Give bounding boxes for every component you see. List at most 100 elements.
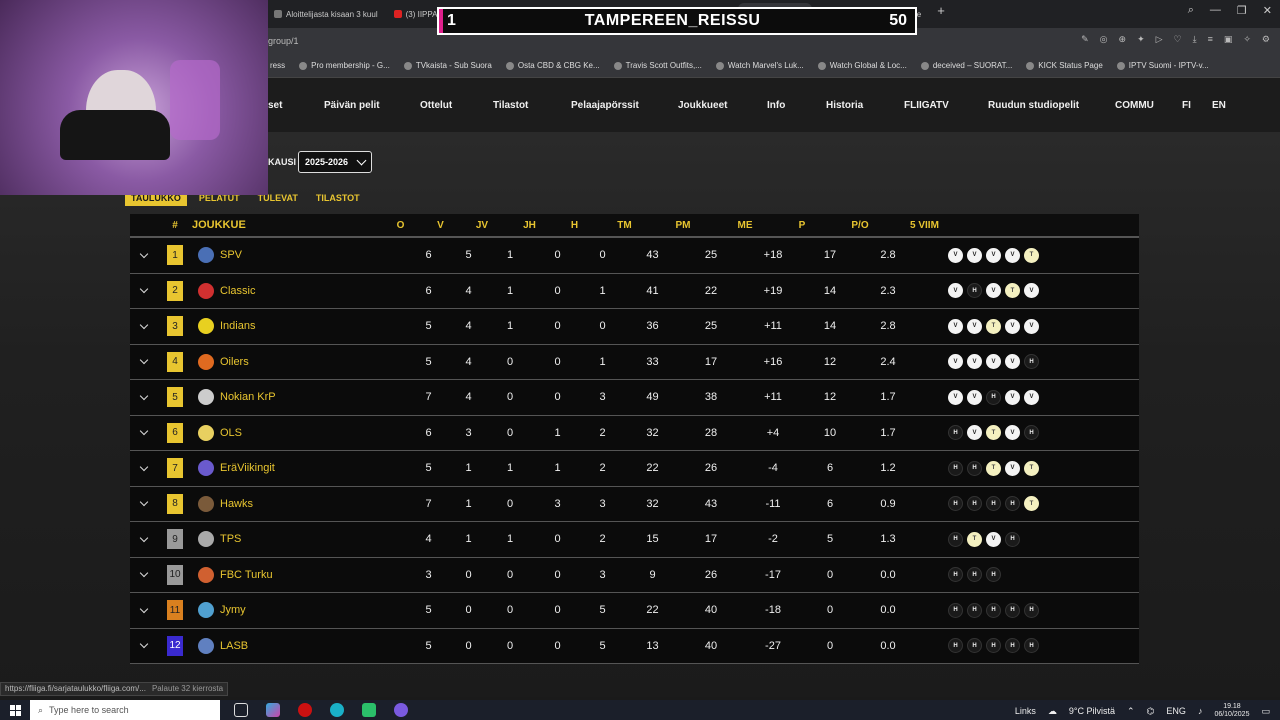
form-dot[interactable]: T xyxy=(967,531,982,547)
bookmark-item[interactable]: Pro membership - G... xyxy=(299,61,390,70)
chevron-up-icon[interactable]: ⌃ xyxy=(1127,706,1135,717)
table-row[interactable]: 3 Indians 5 4 1 0 0 36 25 +11 14 2.8 V V T V V xyxy=(130,309,1139,345)
edge-icon[interactable] xyxy=(330,703,344,717)
table-row[interactable]: 8 Hawks 7 1 0 3 3 32 43 -11 6 0.9 H H H H T xyxy=(130,486,1139,522)
wallet-icon[interactable]: ▣ xyxy=(1224,34,1233,45)
team-name-link[interactable]: OLS xyxy=(220,427,405,439)
nav-item[interactable]: Tilastot xyxy=(493,100,528,111)
expand-row-button[interactable] xyxy=(130,533,158,542)
expand-row-button[interactable] xyxy=(130,640,158,649)
close-icon[interactable]: ✕ xyxy=(1263,4,1272,17)
expand-row-button[interactable] xyxy=(130,391,158,400)
form-dot[interactable]: H xyxy=(1024,425,1039,441)
form-dot[interactable]: V xyxy=(948,283,963,299)
clock[interactable]: 19.18 06/10/2025 xyxy=(1214,703,1249,719)
expand-row-button[interactable] xyxy=(130,569,158,578)
url-text[interactable]: group/1 xyxy=(268,36,299,46)
form-dot[interactable]: V xyxy=(967,425,982,441)
form-dot[interactable]: H xyxy=(1005,496,1020,512)
form-dot[interactable]: V xyxy=(948,318,963,334)
nav-item[interactable]: Päivän pelit xyxy=(324,100,380,111)
form-dot[interactable]: H xyxy=(967,496,982,512)
form-dot[interactable]: H xyxy=(967,638,982,654)
nav-item[interactable]: Ottelut xyxy=(420,100,452,111)
form-dot[interactable]: H xyxy=(967,567,982,583)
nav-item[interactable]: Joukkueet xyxy=(678,100,727,111)
nav-item[interactable]: set xyxy=(268,100,282,111)
play-icon[interactable]: ▷ xyxy=(1156,34,1163,45)
notification-icon[interactable]: ▭ xyxy=(1261,706,1270,717)
form-dot[interactable]: V xyxy=(967,247,982,263)
bookmark-item[interactable]: deceived – SUORAT... xyxy=(920,61,1012,70)
form-dot[interactable]: H xyxy=(967,283,982,299)
form-dot[interactable]: V xyxy=(967,318,982,334)
form-dot[interactable]: V xyxy=(948,389,963,405)
expand-row-button[interactable] xyxy=(130,285,158,294)
table-row[interactable]: 5 Nokian KrP 7 4 0 0 3 49 38 +11 12 1.7 V V H V V xyxy=(130,380,1139,416)
expand-row-button[interactable] xyxy=(130,356,158,365)
form-dot[interactable]: H xyxy=(948,496,963,512)
nav-item[interactable]: Ruudun studiopelit xyxy=(988,100,1079,111)
form-dot[interactable]: T xyxy=(986,460,1001,476)
subtab-tilastot[interactable]: TILASTOT xyxy=(310,190,366,206)
form-dot[interactable]: H xyxy=(967,460,982,476)
form-dot[interactable]: V xyxy=(1024,283,1039,299)
form-dot[interactable]: V xyxy=(967,354,982,370)
form-dot[interactable]: V xyxy=(967,389,982,405)
nav-item[interactable]: FLIIGATV xyxy=(904,100,949,111)
download-icon[interactable]: ⤓ xyxy=(1193,34,1197,45)
camera-icon[interactable]: ◎ xyxy=(1100,34,1108,45)
form-dot[interactable]: V xyxy=(986,354,1001,370)
form-dot[interactable]: V xyxy=(1005,318,1020,334)
table-row[interactable]: 10 FBC Turku 3 0 0 0 3 9 26 -17 0 0.0 H H H xyxy=(130,557,1139,593)
start-button[interactable] xyxy=(0,704,30,716)
team-name-link[interactable]: Jymy xyxy=(220,604,405,616)
aria-icon[interactable]: ✧ xyxy=(1243,34,1251,45)
form-dot[interactable]: V xyxy=(1005,460,1020,476)
form-dot[interactable]: H xyxy=(1024,638,1039,654)
form-dot[interactable]: V xyxy=(1005,354,1020,370)
edit-icon[interactable]: ✎ xyxy=(1081,34,1089,45)
links-label[interactable]: Links xyxy=(1015,706,1036,716)
form-dot[interactable]: H xyxy=(948,567,963,583)
language[interactable]: ENG xyxy=(1166,706,1186,716)
form-dot[interactable]: V xyxy=(1005,247,1020,263)
expand-row-button[interactable] xyxy=(130,462,158,471)
discord-icon[interactable] xyxy=(394,703,408,717)
team-name-link[interactable]: Hawks xyxy=(220,498,405,510)
form-dot[interactable]: T xyxy=(986,425,1001,441)
bookmark-item[interactable]: IPTV Suomi - IPTV-v... xyxy=(1116,61,1209,70)
form-dot[interactable]: H xyxy=(986,602,1001,618)
bookmark-item[interactable]: ress xyxy=(270,61,285,70)
table-row[interactable]: 6 OLS 6 3 0 1 2 32 28 +4 10 1.7 H V T V H xyxy=(130,415,1139,451)
app-icon[interactable] xyxy=(362,703,376,717)
nav-item[interactable]: Historia xyxy=(826,100,863,111)
form-dot[interactable]: V xyxy=(1005,389,1020,405)
team-name-link[interactable]: Indians xyxy=(220,320,405,332)
team-name-link[interactable]: FBC Turku xyxy=(220,569,405,581)
nav-item[interactable]: EN xyxy=(1212,100,1226,111)
task-view-icon[interactable] xyxy=(234,703,248,717)
search-tabs-icon[interactable]: ⌕ xyxy=(1188,4,1194,17)
form-dot[interactable]: H xyxy=(948,531,963,547)
table-row[interactable]: 12 LASB 5 0 0 0 5 13 40 -27 0 0.0 H H H H H xyxy=(130,628,1139,664)
form-dot[interactable]: H xyxy=(948,460,963,476)
taskbar-search[interactable]: ⌕ Type here to search xyxy=(30,700,220,720)
form-dot[interactable]: H xyxy=(986,638,1001,654)
form-dot[interactable]: T xyxy=(1024,247,1039,263)
form-dot[interactable]: H xyxy=(986,567,1001,583)
team-name-link[interactable]: SPV xyxy=(220,249,405,261)
form-dot[interactable]: V xyxy=(986,283,1001,299)
heart-icon[interactable]: ♡ xyxy=(1174,34,1182,45)
maximize-icon[interactable]: ❐ xyxy=(1237,4,1247,17)
network-icon[interactable]: ⌬ xyxy=(1147,706,1155,717)
form-dot[interactable]: H xyxy=(1005,638,1020,654)
form-dot[interactable]: H xyxy=(1005,602,1020,618)
form-dot[interactable]: T xyxy=(1005,283,1020,299)
nav-item[interactable]: Info xyxy=(767,100,785,111)
form-dot[interactable]: T xyxy=(1024,460,1039,476)
opera-icon[interactable] xyxy=(298,703,312,717)
table-row[interactable]: 1 SPV 6 5 1 0 0 43 25 +18 17 2.8 V V V V T xyxy=(130,238,1139,274)
form-dot[interactable]: V xyxy=(948,354,963,370)
expand-row-button[interactable] xyxy=(130,320,158,329)
